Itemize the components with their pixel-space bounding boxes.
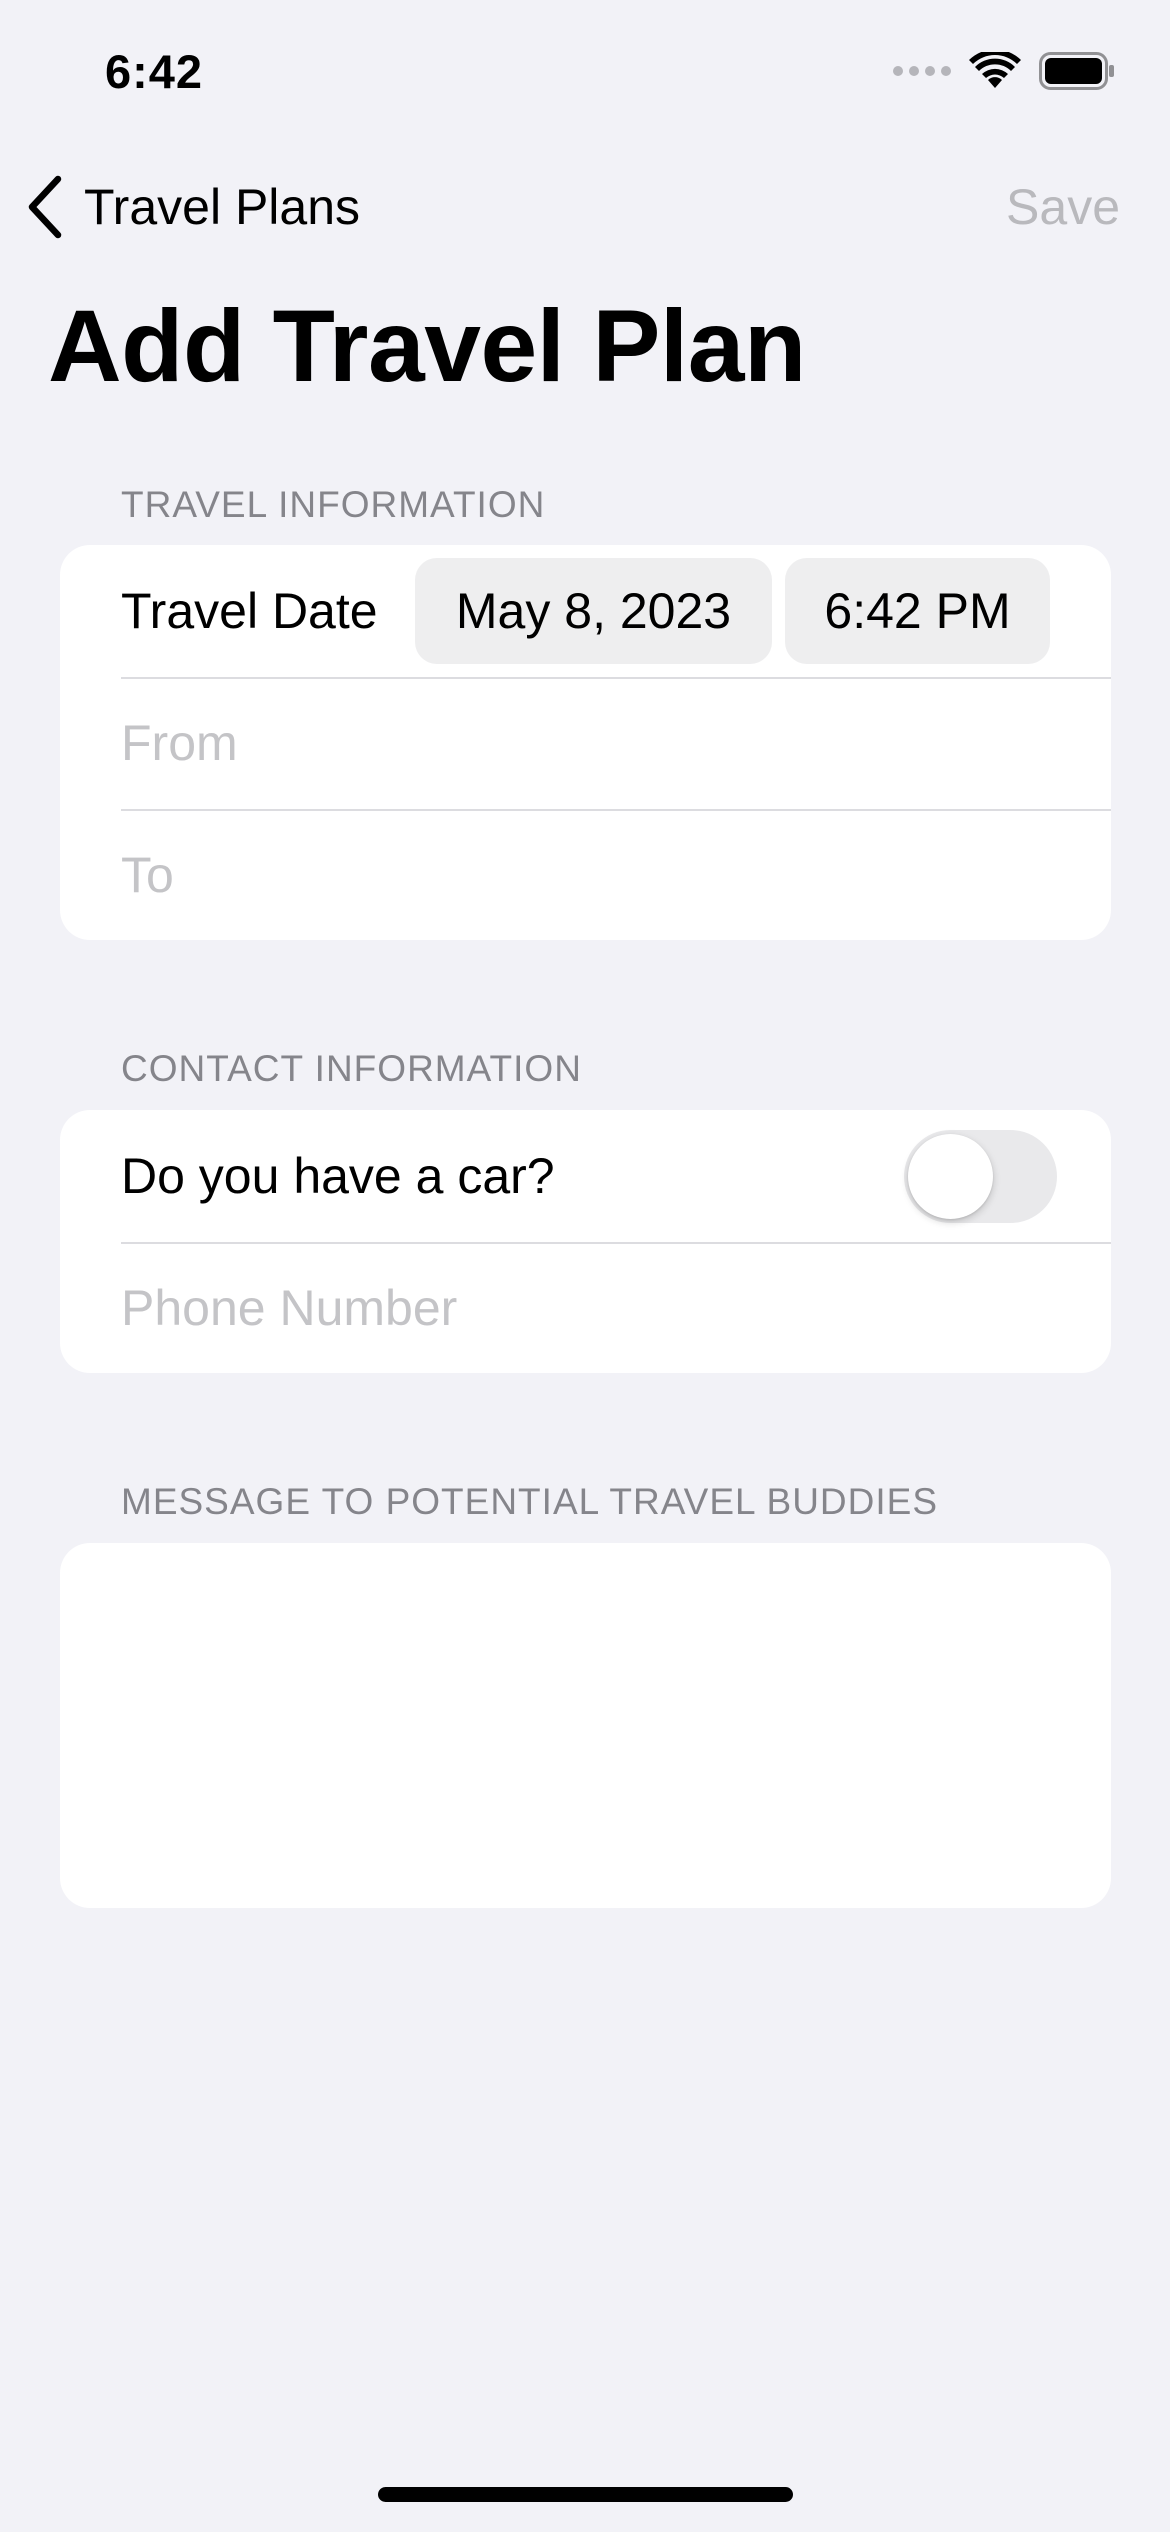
chevron-left-icon xyxy=(28,175,62,239)
signal-icon xyxy=(893,66,951,76)
save-button[interactable]: Save xyxy=(1006,178,1120,236)
status-bar: 6:42 xyxy=(0,0,1170,140)
status-time: 6:42 xyxy=(105,45,204,98)
travel-information-card: Travel Date May 8, 2023 6:42 PM xyxy=(60,545,1111,940)
wifi-icon xyxy=(969,52,1021,90)
contact-information-card: Do you have a car? xyxy=(60,1110,1111,1373)
from-input[interactable] xyxy=(121,714,1071,772)
time-picker-button[interactable]: 6:42 PM xyxy=(785,558,1050,664)
message-header: MESSAGE TO POTENTIAL TRAVEL BUDDIES xyxy=(121,1481,939,1522)
message-card xyxy=(60,1543,1111,1908)
travel-date-row: Travel Date May 8, 2023 6:42 PM xyxy=(60,545,1111,677)
battery-icon xyxy=(1039,52,1115,90)
back-button[interactable]: Travel Plans xyxy=(24,170,360,244)
travel-information-header: TRAVEL INFORMATION xyxy=(121,484,546,525)
message-textarea[interactable] xyxy=(60,1543,1111,1908)
car-row: Do you have a car? xyxy=(60,1110,1111,1242)
home-indicator[interactable] xyxy=(378,2487,793,2502)
back-button-label: Travel Plans xyxy=(84,179,361,235)
phone-number-input[interactable] xyxy=(121,1279,1071,1337)
contact-information-header: CONTACT INFORMATION xyxy=(121,1048,582,1089)
car-label: Do you have a car? xyxy=(121,1148,555,1204)
to-row xyxy=(60,809,1111,940)
travel-date-label: Travel Date xyxy=(121,583,378,639)
to-input[interactable] xyxy=(121,846,1071,904)
status-icons xyxy=(893,52,1115,90)
car-toggle[interactable] xyxy=(904,1130,1057,1223)
phone-row xyxy=(60,1242,1111,1373)
toggle-knob xyxy=(908,1134,993,1219)
add-travel-plan-screen: 6:42 Travel Plans Save Add Travel Plan T… xyxy=(0,0,1170,2532)
date-picker-button[interactable]: May 8, 2023 xyxy=(415,558,772,664)
page-title: Add Travel Plan xyxy=(48,289,806,403)
from-row xyxy=(60,677,1111,809)
